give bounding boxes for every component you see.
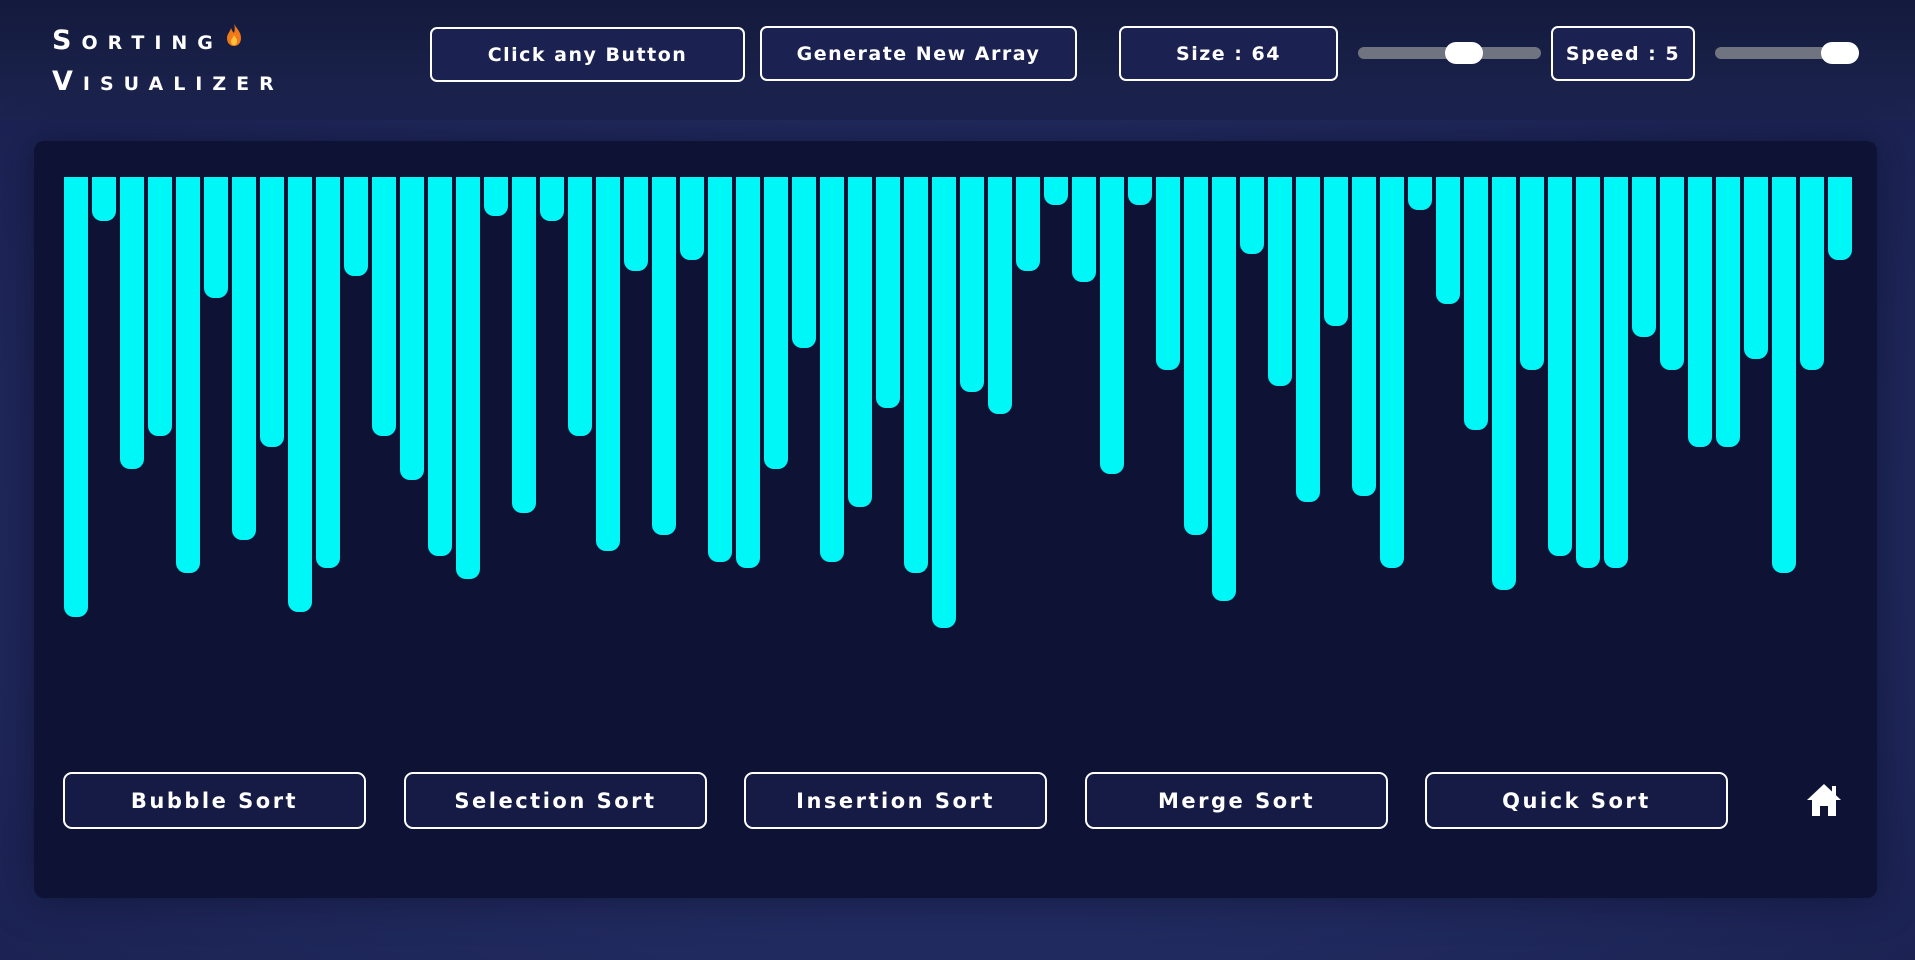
array-bar [456, 177, 480, 579]
speed-slider-thumb[interactable] [1821, 42, 1859, 64]
home-icon[interactable] [1805, 781, 1843, 819]
array-bar [428, 177, 452, 556]
size-display: Size : 64 [1119, 26, 1338, 81]
array-bar [120, 177, 144, 469]
array-bar [1240, 177, 1264, 254]
array-bar [904, 177, 928, 573]
array-bar [1464, 177, 1488, 430]
array-bars [64, 177, 1854, 677]
array-bar [1604, 177, 1628, 568]
array-bar [1408, 177, 1432, 210]
array-bar [1800, 177, 1824, 370]
array-bar [568, 177, 592, 436]
array-bar [1352, 177, 1376, 496]
array-bar [876, 177, 900, 408]
array-bar [1100, 177, 1124, 474]
speed-slider[interactable] [1715, 42, 1859, 64]
merge-sort-button[interactable]: Merge Sort [1085, 772, 1388, 829]
array-bar [372, 177, 396, 436]
array-bar [316, 177, 340, 568]
array-bar [1772, 177, 1796, 573]
array-bar [1324, 177, 1348, 326]
array-bar [344, 177, 368, 276]
array-bar [484, 177, 508, 216]
logo-title-1: Sorting [52, 25, 223, 56]
array-bar [792, 177, 816, 348]
array-bar [1072, 177, 1096, 282]
speed-display: Speed : 5 [1551, 26, 1695, 81]
array-bar [512, 177, 536, 513]
selection-sort-button[interactable]: Selection Sort [404, 772, 707, 829]
logo-title-2: Visualizer [52, 66, 284, 97]
visualizer-panel: Bubble Sort Selection Sort Insertion Sor… [34, 141, 1877, 898]
array-bar [540, 177, 564, 221]
array-bar [1128, 177, 1152, 205]
array-bar [1632, 177, 1656, 337]
array-bar [1380, 177, 1404, 568]
array-bar [1660, 177, 1684, 370]
array-bar [64, 177, 88, 617]
array-bar [932, 177, 956, 628]
array-bar [736, 177, 760, 568]
array-bar [960, 177, 984, 392]
generate-array-button[interactable]: Generate New Array [760, 26, 1077, 81]
size-slider[interactable] [1358, 42, 1541, 64]
header-bar: Sorting Visualizer Click any Button Gene… [0, 0, 1915, 120]
app-logo: Sorting Visualizer [52, 18, 284, 102]
array-bar [1184, 177, 1208, 535]
array-bar [848, 177, 872, 507]
array-bar [596, 177, 620, 551]
array-bar [1828, 177, 1852, 260]
array-bar [680, 177, 704, 260]
array-bar [1268, 177, 1292, 386]
flame-icon [225, 18, 243, 59]
array-bar [1016, 177, 1040, 271]
array-bar [1436, 177, 1460, 304]
logo-line-1: Sorting [52, 18, 284, 61]
array-bar [1688, 177, 1712, 447]
array-bar [1044, 177, 1068, 205]
array-bar [1548, 177, 1572, 556]
insertion-sort-button[interactable]: Insertion Sort [744, 772, 1047, 829]
status-button[interactable]: Click any Button [430, 27, 745, 82]
size-slider-thumb[interactable] [1445, 42, 1483, 64]
array-bar [1156, 177, 1180, 370]
array-bar [232, 177, 256, 540]
array-bar [176, 177, 200, 573]
array-bar [400, 177, 424, 480]
array-bar [148, 177, 172, 436]
array-bar [624, 177, 648, 271]
array-bar [708, 177, 732, 562]
array-bar [260, 177, 284, 447]
array-bar [1576, 177, 1600, 568]
array-bar [988, 177, 1012, 414]
array-bar [820, 177, 844, 562]
array-bar [92, 177, 116, 221]
array-bar [1296, 177, 1320, 502]
array-bar [288, 177, 312, 612]
array-bar [1492, 177, 1516, 590]
array-bar [1212, 177, 1236, 601]
array-bar [204, 177, 228, 298]
array-bar [652, 177, 676, 535]
array-bar [764, 177, 788, 469]
bubble-sort-button[interactable]: Bubble Sort [63, 772, 366, 829]
array-bar [1744, 177, 1768, 359]
array-bar [1716, 177, 1740, 447]
quick-sort-button[interactable]: Quick Sort [1425, 772, 1728, 829]
array-bar [1520, 177, 1544, 370]
